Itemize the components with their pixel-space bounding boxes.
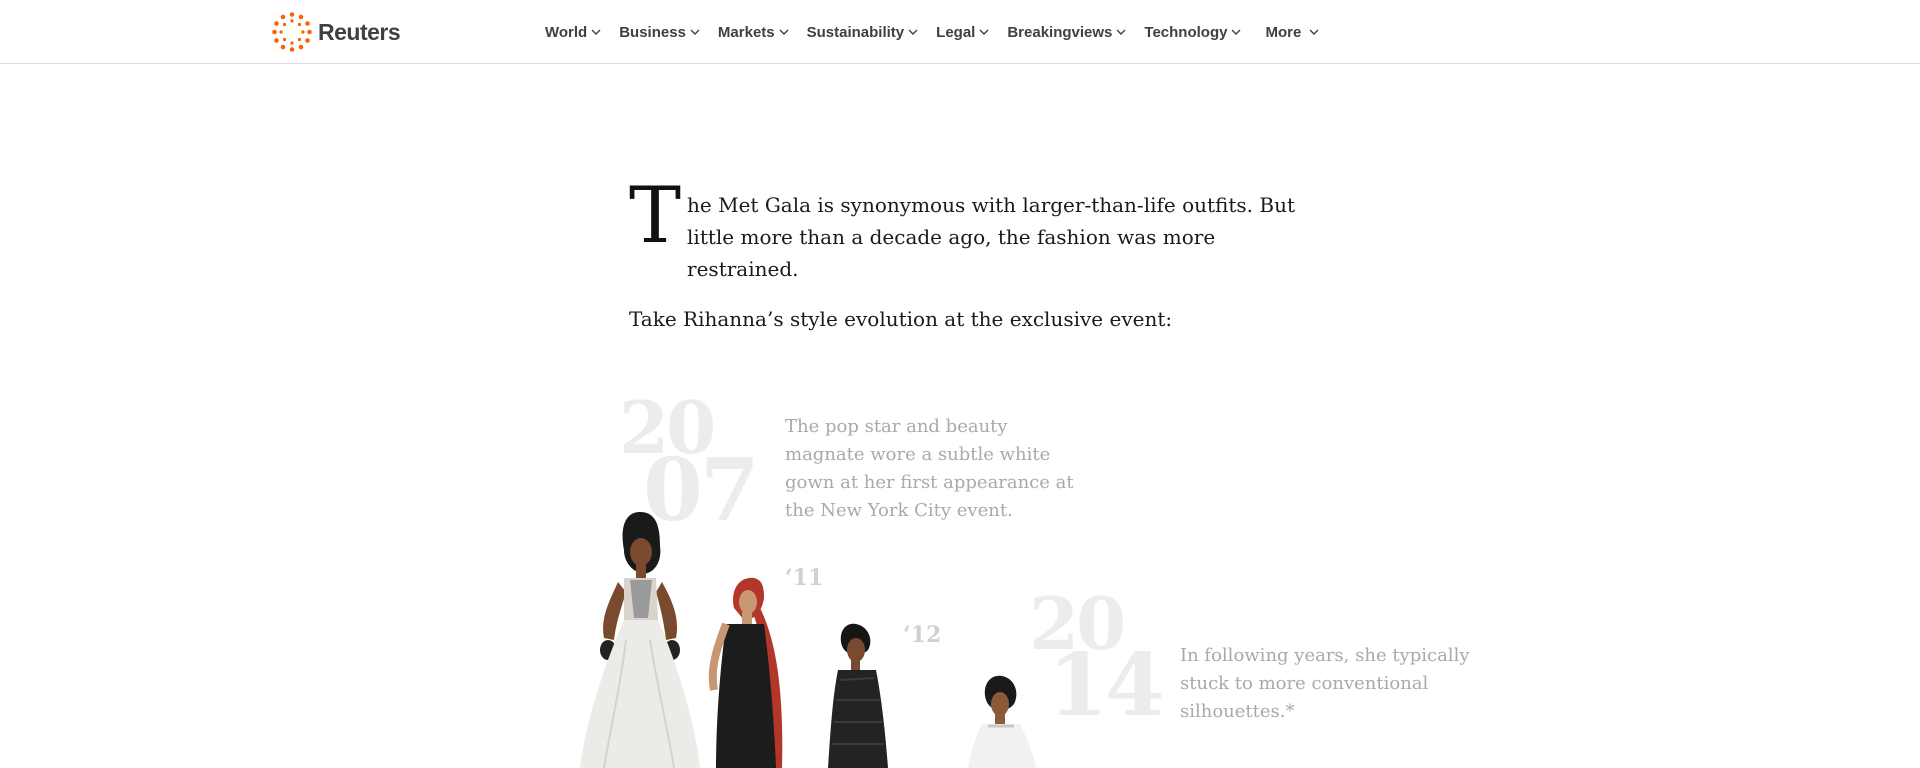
figure-2012-black-dress <box>828 623 888 768</box>
chevron-down-icon <box>779 29 789 35</box>
nav-world-label: World <box>545 23 588 41</box>
nav-business[interactable]: Business <box>619 24 700 41</box>
rihanna-outfits-illustration <box>540 500 1080 768</box>
nav-sustainability-label: Sustainability <box>806 23 905 41</box>
drop-cap: T <box>629 171 682 261</box>
chevron-down-icon <box>1309 29 1319 35</box>
nav-breakingviews-label: Breakingviews <box>1007 23 1113 41</box>
chevron-down-icon <box>1116 29 1126 35</box>
chevron-down-icon <box>979 29 989 35</box>
reuters-logo-icon <box>272 12 312 52</box>
nav-markets-label: Markets <box>717 23 775 41</box>
nav-legal[interactable]: Legal <box>936 24 989 41</box>
chevron-down-icon <box>1231 29 1241 35</box>
nav-legal-label: Legal <box>936 23 976 41</box>
nav-business-label: Business <box>619 23 686 41</box>
top-navigation-bar: Reuters World Business Markets Sustainab… <box>0 0 1920 64</box>
nav-more-label: More <box>1265 23 1302 41</box>
second-paragraph: Take Rihanna’s style evolution at the ex… <box>629 307 1173 331</box>
nav-technology-label: Technology <box>1144 23 1228 41</box>
reuters-wordmark: Reuters <box>318 18 401 45</box>
chevron-down-icon <box>690 29 700 35</box>
lead-text: he Met Gala is synonymous with larger-th… <box>687 193 1296 281</box>
nav-more[interactable]: More <box>1265 24 1319 41</box>
figure-2011-lace-dress <box>708 577 783 768</box>
nav-markets[interactable]: Markets <box>718 24 789 41</box>
lead-paragraph: T he Met Gala is synonymous with larger-… <box>629 171 1299 285</box>
chevron-down-icon <box>908 29 918 35</box>
reuters-logo[interactable]: Reuters <box>271 11 401 53</box>
nav-breakingviews[interactable]: Breakingviews <box>1007 24 1126 41</box>
nav-world[interactable]: World <box>545 24 601 41</box>
article-intro: T he Met Gala is synonymous with larger-… <box>629 171 1299 335</box>
nav-sustainability[interactable]: Sustainability <box>807 24 919 41</box>
main-nav: World Business Markets Sustainability Le… <box>545 0 1337 64</box>
nav-technology[interactable]: Technology <box>1144 24 1241 41</box>
caption-2014: In following years, she typically stuck … <box>1180 645 1470 722</box>
chevron-down-icon <box>591 29 601 35</box>
figure-2014-white-outfit <box>968 675 1036 768</box>
figure-2007-white-gown <box>580 512 700 768</box>
